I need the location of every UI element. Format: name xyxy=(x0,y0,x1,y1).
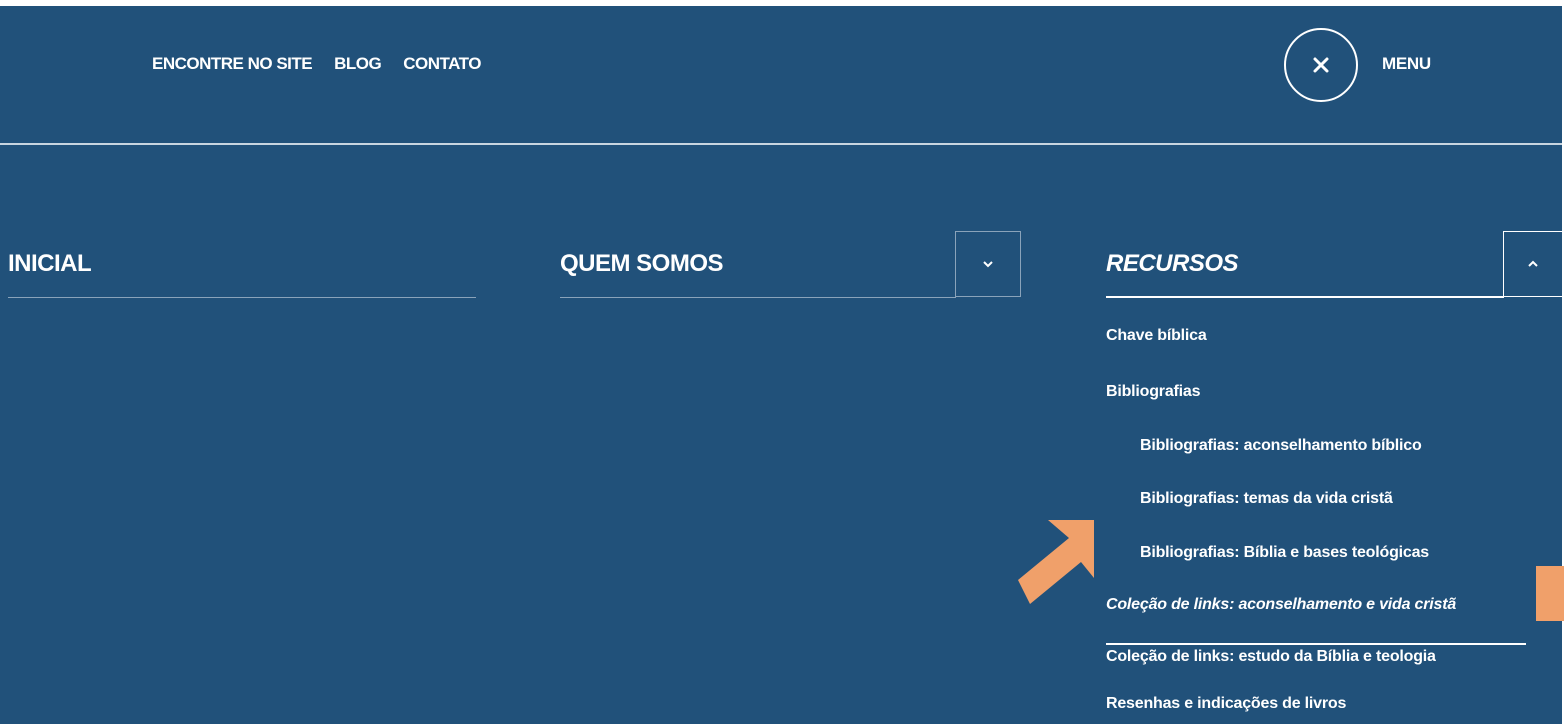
nav-blog[interactable]: BLOG xyxy=(334,54,382,74)
submenu-item-bibliografias-biblia[interactable]: Bibliografias: Bíblia e bases teológicas xyxy=(1140,544,1429,562)
submenu-item-bibliografias[interactable]: Bibliografias xyxy=(1106,383,1201,401)
highlight-marker xyxy=(1536,566,1564,621)
menu-label: MENU xyxy=(1382,54,1431,73)
menu-item-quem-somos[interactable]: QUEM SOMOS xyxy=(560,250,724,278)
quem-somos-toggle-button[interactable] xyxy=(955,231,1021,297)
menu-panel: ENCONTRE NO SITE BLOG CONTATO MENU INICI… xyxy=(0,6,1563,724)
submenu-item-colecao-estudo[interactable]: Coleção de links: estudo da Bíblia e teo… xyxy=(1106,648,1436,666)
close-icon xyxy=(1313,57,1329,73)
submenu-item-bibliografias-temas[interactable]: Bibliografias: temas da vida cristã xyxy=(1140,490,1393,508)
chevron-up-icon xyxy=(1528,260,1538,267)
submenu-item-chave-biblica[interactable]: Chave bíblica xyxy=(1106,327,1207,345)
submenu-item-colecao-aconselhamento[interactable]: Coleção de links: aconselhamento e vida … xyxy=(1106,596,1456,614)
current-item-underline xyxy=(1106,643,1526,645)
menu-item-inicial[interactable]: INICIAL xyxy=(8,250,92,278)
menu-item-recursos[interactable]: RECURSOS xyxy=(1106,250,1239,278)
recursos-underline xyxy=(1106,296,1504,298)
top-nav: ENCONTRE NO SITE BLOG CONTATO xyxy=(152,54,481,74)
nav-contato[interactable]: CONTATO xyxy=(403,54,481,74)
arrow-icon xyxy=(1018,520,1094,604)
close-menu-button[interactable] xyxy=(1284,28,1358,102)
submenu-item-resenhas[interactable]: Resenhas e indicações de livros xyxy=(1106,695,1346,713)
submenu-item-bibliografias-aconselhamento[interactable]: Bibliografias: aconselhamento bíblico xyxy=(1140,437,1422,455)
header-divider xyxy=(0,143,1562,145)
nav-encontre-no-site[interactable]: ENCONTRE NO SITE xyxy=(152,54,313,74)
inicial-underline xyxy=(8,297,476,298)
chevron-down-icon xyxy=(983,261,993,268)
recursos-toggle-button[interactable] xyxy=(1503,231,1563,297)
quem-somos-underline xyxy=(560,297,956,298)
